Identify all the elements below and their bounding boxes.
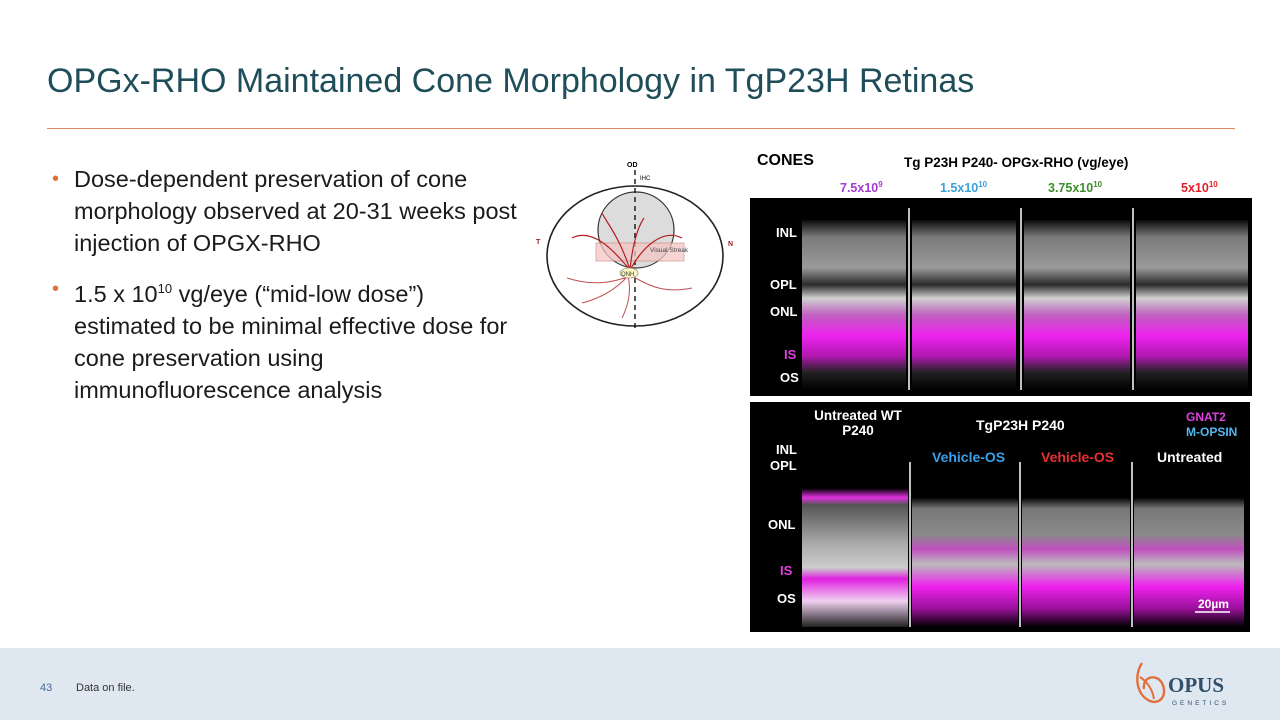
layer-label-onl: ONL <box>770 304 798 319</box>
bottom-layer-opl: OPL <box>770 458 797 473</box>
legend-m-opsin: M-OPSIN <box>1186 425 1238 439</box>
bullet-item: • Dose-dependent preservation of cone mor… <box>52 163 522 259</box>
title-divider <box>47 128 1235 129</box>
bullet-text-pre: 1.5 x 10 <box>74 280 158 307</box>
dose-label-4: 5x1010 <box>1181 180 1218 196</box>
retina-diagram: OD IHC T N Visual Streak ONH <box>536 162 733 330</box>
opus-genetics-logo: OPUS GENETICS <box>1136 662 1229 707</box>
bullet-marker: • <box>52 278 60 300</box>
bottom-panel-title: TgP23H P240 <box>976 417 1065 433</box>
bottom-layer-inl: INL <box>776 442 797 457</box>
layer-label-os: OS <box>780 370 799 385</box>
footer-bar <box>0 648 1280 720</box>
ihc-label: IHC <box>640 176 651 182</box>
untreated-wt-label: Untreated WT P240 <box>814 408 902 438</box>
group-label-vehicle-os-2: Vehicle-OS <box>1041 449 1115 465</box>
slide-title: OPGx-RHO Maintained Cone Morphology in T… <box>47 62 975 100</box>
group-label-untreated: Untreated <box>1157 449 1223 465</box>
t-label: T <box>536 239 541 246</box>
bullet-list: • Dose-dependent preservation of cone mor… <box>52 163 522 420</box>
top-panel-title: Tg P23H P240- OPGx-RHO (vg/eye) <box>904 155 1129 170</box>
footnote: Data on file. <box>76 682 135 694</box>
bullet-marker: • <box>52 168 60 190</box>
bottom-layer-is: IS <box>780 563 793 578</box>
bullet-item: • 1.5 x 1010 vg/eye (“mid-low dose”) esti… <box>52 273 522 406</box>
od-label: OD <box>627 162 638 169</box>
bottom-layer-onl: ONL <box>768 517 796 532</box>
top-micrograph <box>750 198 1252 396</box>
onh-label: ONH <box>621 272 634 278</box>
dose-label-2: 1.5x1010 <box>940 180 988 196</box>
page-number: 43 <box>40 682 53 694</box>
layer-label-inl: INL <box>776 225 797 240</box>
bottom-layer-os: OS <box>777 591 796 606</box>
legend-gnat2: GNAT2 <box>1186 410 1226 424</box>
layer-label-opl: OPL <box>770 277 797 292</box>
layer-label-is: IS <box>784 347 797 362</box>
bullet-text-sup: 10 <box>157 281 173 296</box>
logo-mark-icon <box>1136 662 1166 704</box>
dose-label-1: 7.5x109 <box>840 180 883 196</box>
logo-name: OPUS <box>1168 673 1224 697</box>
bullet-text: Dose-dependent preservation of cone morp… <box>74 166 517 256</box>
dose-label-3: 3.75x1010 <box>1048 180 1103 196</box>
logo-sub: GENETICS <box>1172 700 1229 707</box>
cones-heading: CONES <box>757 152 814 169</box>
scale-bar-label: 20µm <box>1198 597 1229 611</box>
group-label-vehicle-os-1: Vehicle-OS <box>932 449 1006 465</box>
visual-streak-label: Visual Streak <box>650 247 689 254</box>
n-label: N <box>728 241 733 248</box>
